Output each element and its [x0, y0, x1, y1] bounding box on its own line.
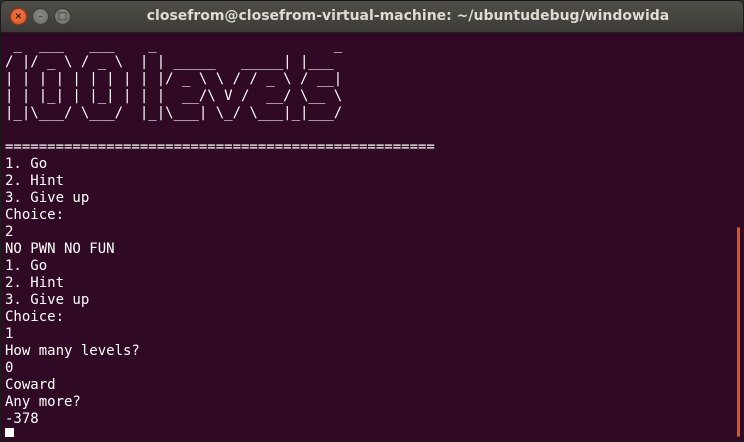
output-line: Choice:: [5, 207, 65, 223]
banner-line: | | | | | | | | | |/ _ \ \ / / _ \ / __|: [5, 71, 343, 87]
output-line: 0: [5, 360, 14, 376]
banner-line: | | |_| | |_| | | | __/\ V / __/ \__ \: [5, 88, 343, 104]
window-title: closefrom@closefrom-virtual-machine: ~/u…: [146, 8, 670, 24]
output-line: NO PWN NO FUN: [5, 241, 115, 257]
output-line: Choice:: [5, 309, 65, 325]
output-line: 2: [5, 224, 14, 240]
banner-line: / |/ _ \ / _ \ | | _____ _____| |___: [5, 54, 334, 70]
terminal-output[interactable]: _ ___ ___ _ _ / |/ _ \ / _ \ | | _____ _…: [5, 37, 730, 437]
output-line: How many levels?: [5, 343, 140, 359]
banner-line: _ ___ ___ _ _: [5, 37, 343, 53]
output-line: 2. Hint: [5, 173, 65, 189]
output-line: Coward: [5, 377, 56, 393]
output-line: 1. Go: [5, 258, 48, 274]
terminal-window: × – □ closefrom@closefrom-virtual-machin…: [0, 0, 744, 442]
output-line: Any more?: [5, 394, 81, 410]
title-bar[interactable]: × – □ closefrom@closefrom-virtual-machin…: [1, 1, 743, 33]
text-cursor: [5, 428, 14, 437]
output-line: 3. Give up: [5, 292, 90, 308]
output-line: 3. Give up: [5, 190, 90, 206]
separator-line: ========================================…: [5, 139, 435, 155]
prompt-line[interactable]: [5, 428, 730, 437]
output-line: 1. Go: [5, 156, 48, 172]
banner-line: |_|\___/ \___/ |_|\___| \_/ \___|_|___/: [5, 105, 343, 121]
scrollbar[interactable]: [737, 227, 740, 437]
output-line: 1: [5, 326, 14, 342]
output-line: 2. Hint: [5, 275, 65, 291]
output-line: -378: [5, 411, 39, 427]
